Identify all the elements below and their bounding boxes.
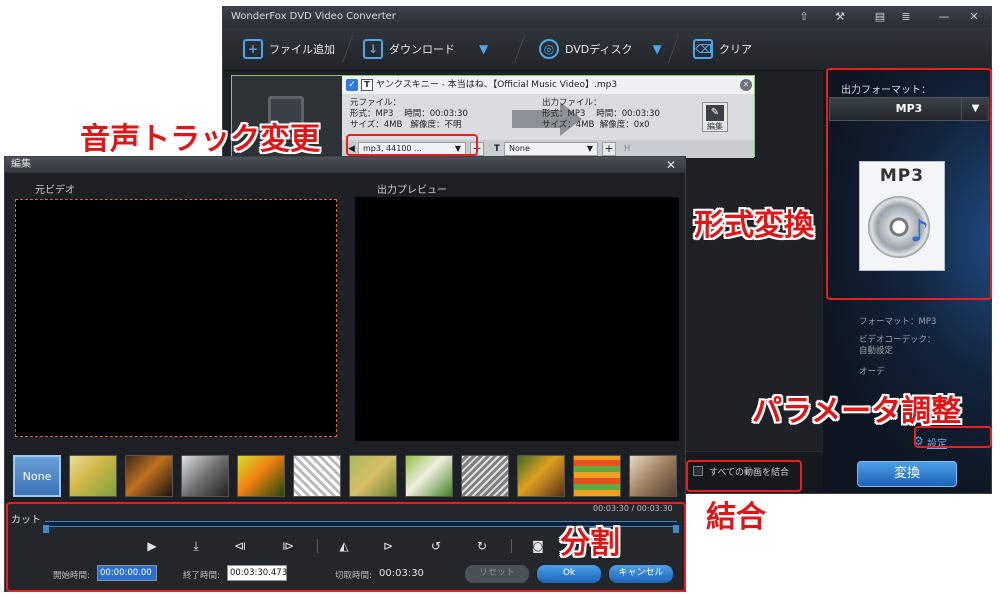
upload-icon[interactable]: ⇧ <box>793 7 815 27</box>
output-preview-label: 出力プレビュー <box>377 185 447 196</box>
dvd-button[interactable]: ◎ DVDディスク ▼ <box>539 27 662 71</box>
info-audio: オーデ <box>859 367 885 377</box>
output-time: 時間：00:03:30 <box>596 109 660 119</box>
annotation-parameters: パラメータ調整 <box>752 394 962 429</box>
edit-dialog-title: 編集 <box>5 157 685 173</box>
output-size: サイズ：4MB <box>542 120 595 130</box>
format-highlight <box>826 68 992 300</box>
merge-highlight <box>686 460 802 492</box>
dvd-icon: ◎ <box>539 39 559 59</box>
clear-button[interactable]: ⌫ クリア <box>693 27 752 71</box>
tools-icon[interactable]: ⚒ <box>829 7 851 27</box>
file-header: ✓ T ヤンクスキニー - 本当はね、【Official Music Video… <box>342 76 754 94</box>
chevron-down-icon[interactable]: ▼ <box>479 42 488 56</box>
download-label: ダウンロード <box>389 43 455 56</box>
convert-button[interactable]: 変換 <box>857 461 957 487</box>
download-button[interactable]: ↓ ダウンロード ▼ <box>363 27 488 71</box>
toolbar-separator <box>341 35 354 63</box>
effect-none[interactable]: None <box>13 455 61 497</box>
annotation-split: 分割 <box>560 526 620 561</box>
remove-file-icon[interactable]: ✕ <box>740 79 752 91</box>
subtitle-value: None <box>509 144 530 153</box>
annotation-format: 形式変換 <box>694 208 814 243</box>
info-auto: 自動設定 <box>859 346 894 356</box>
toolbar-separator <box>667 35 680 63</box>
effect-thumbnail[interactable] <box>405 455 453 497</box>
add-file-button[interactable]: + ファイル追加 <box>243 27 335 71</box>
file-name: ヤンクスキニー - 本当はね、【Official Music Video】.mp… <box>376 80 618 90</box>
output-resolution: 解像度：0x0 <box>599 120 650 130</box>
add-file-label: ファイル追加 <box>269 43 335 56</box>
screenshot-stage: WonderFox DVD Video Converter ⇧ ⚒ ▤ ≣ — … <box>0 0 1000 598</box>
effect-thumbnails: None <box>13 455 681 497</box>
clear-label: クリア <box>719 43 752 56</box>
source-resolution: 解像度：不明 <box>410 120 462 130</box>
pencil-icon: ✎ <box>706 105 724 121</box>
edit-button[interactable]: ✎ 編集 <box>702 102 728 132</box>
edit-label: 編集 <box>707 122 723 131</box>
subtitle-select[interactable]: None ▼ <box>504 142 598 156</box>
effect-thumbnail[interactable] <box>349 455 397 497</box>
source-video-pane[interactable] <box>15 199 337 437</box>
rename-icon[interactable]: T <box>361 79 373 91</box>
toolbar-separator <box>513 35 526 63</box>
source-format: 形式：MP3 <box>350 109 394 119</box>
source-video-label: 元ビデオ <box>35 185 75 196</box>
output-format: 形式：MP3 <box>542 109 586 119</box>
effect-thumbnail[interactable] <box>461 455 509 497</box>
add-subtitle-button[interactable]: + <box>602 142 616 156</box>
chevron-down-icon[interactable]: ▼ <box>653 42 662 56</box>
source-time: 時間：00:03:30 <box>404 109 468 119</box>
effect-thumbnail[interactable] <box>181 455 229 497</box>
effect-thumbnail[interactable] <box>237 455 285 497</box>
chevron-down-icon: ▼ <box>586 144 593 153</box>
dvd-label: DVDディスク <box>565 43 633 56</box>
source-label: 元ファイル： <box>350 98 402 108</box>
close-icon[interactable]: ✕ <box>963 7 985 27</box>
output-label: 出力ファイル： <box>542 98 602 108</box>
effect-thumbnail[interactable] <box>629 455 677 497</box>
effect-thumbnail[interactable] <box>517 455 565 497</box>
trash-icon: ⌫ <box>693 39 713 59</box>
effect-thumbnail[interactable] <box>293 455 341 497</box>
source-size: サイズ：4MB <box>350 120 403 130</box>
info-codec: ビデオコーデック： <box>859 335 936 345</box>
effect-thumbnail[interactable] <box>69 455 117 497</box>
minimize-icon[interactable]: — <box>933 7 955 27</box>
chat-icon[interactable]: ▤ <box>869 7 891 27</box>
audio-track-highlight <box>346 134 478 156</box>
download-icon: ↓ <box>363 39 383 59</box>
close-icon[interactable]: ✕ <box>661 157 681 173</box>
output-preview-pane <box>355 197 679 441</box>
output-info: 出力ファイル： 形式：MP3 時間：00:03:30 サイズ：4MB 解像度：0… <box>542 98 660 131</box>
app-title: WonderFox DVD Video Converter <box>231 11 396 22</box>
effect-thumbnail[interactable] <box>573 455 621 497</box>
file-checkbox[interactable]: ✓ <box>346 79 358 91</box>
annotation-merge: 結合 <box>706 500 766 535</box>
annotation-audio-track: 音声トラック変更 <box>80 122 320 157</box>
source-info: 元ファイル： 形式：MP3 時間：00:03:30 サイズ：4MB 解像度：不明 <box>350 98 468 131</box>
effect-thumbnail[interactable] <box>125 455 173 497</box>
toolbar: + ファイル追加 ↓ ダウンロード ▼ ◎ DVDディスク ▼ ⌫ クリア <box>223 27 991 71</box>
menu-icon[interactable]: ≣ <box>895 7 917 27</box>
add-file-icon: + <box>243 39 263 59</box>
info-format: フォーマット：MP3 <box>859 317 937 327</box>
